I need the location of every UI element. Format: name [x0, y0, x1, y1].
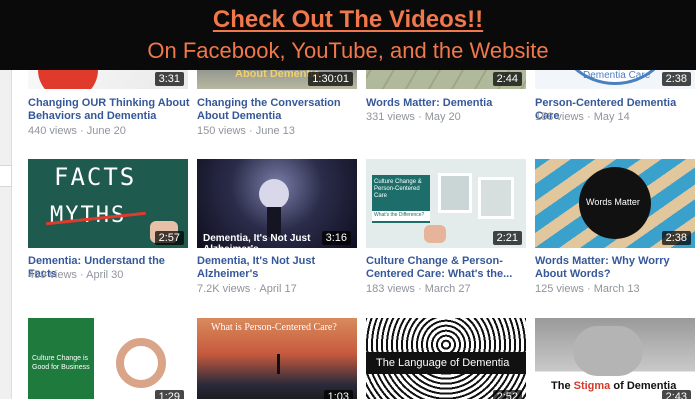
thumbnail-caption: Culture Change is Good for Business	[32, 355, 90, 371]
video-thumbnail[interactable]: Dementia, It's Not Just Alzheimer's 3:16	[197, 159, 357, 248]
meta-separator: ·	[79, 125, 84, 137]
video-thumbnail[interactable]: Culture Change is Good for Business 1:29	[28, 318, 188, 399]
video-thumbnail[interactable]: What is Person-Centered Care? 1:03	[197, 318, 357, 399]
video-date: June 20	[86, 125, 126, 137]
video-meta: 331 views · May 20	[366, 111, 461, 124]
video-thumbnail[interactable]: The Language of Dementia 2:52	[366, 318, 526, 399]
video-meta: 158 views · May 14	[535, 111, 630, 124]
video-date: April 17	[259, 283, 297, 295]
video-duration: 2:57	[154, 231, 184, 245]
video-views: 440 views	[28, 125, 77, 137]
video-title-link[interactable]: Words Matter: Why Worry About Words?	[535, 255, 695, 281]
video-duration: 2:52	[492, 390, 522, 399]
video-duration: 2:44	[492, 72, 522, 86]
video-title-link[interactable]: Culture Change & Person-Centered Care: W…	[366, 255, 528, 281]
thumbnail-caption: Words Matter	[586, 197, 640, 207]
meta-separator: ·	[248, 125, 253, 137]
video-date: June 13	[255, 125, 295, 137]
video-meta: 183 views · March 27	[366, 283, 471, 296]
video-thumbnail[interactable]: Culture Change & Person-Centered Care Wh…	[366, 159, 526, 248]
thumbnail-caption: Dementia Care	[583, 70, 651, 81]
video-thumbnail[interactable]: Words Matter 2:38	[535, 159, 695, 248]
video-title-link[interactable]: Changing OUR Thinking About Behaviors an…	[28, 97, 190, 123]
video-date: March 27	[424, 283, 471, 295]
video-duration: 2:43	[661, 390, 691, 399]
video-meta: 150 views · June 13	[197, 125, 295, 138]
video-meta: 459 views · April 30	[28, 269, 123, 282]
meta-separator: ·	[586, 283, 591, 295]
video-views: 125 views	[535, 283, 584, 295]
video-title-link[interactable]: Dementia, It's Not Just Alzheimer's	[197, 255, 317, 281]
meta-separator: ·	[417, 111, 422, 123]
video-meta: 7.2K views · April 17	[197, 283, 297, 296]
video-duration: 1:30:01	[308, 72, 353, 86]
meta-separator: ·	[417, 283, 422, 295]
thumbnail-caption-accent: Stigma	[573, 380, 611, 392]
video-date: May 20	[424, 111, 461, 123]
video-title-link[interactable]: Changing the Conversation About Dementia	[197, 97, 359, 123]
thumbnail-caption: FACTS	[54, 163, 137, 191]
video-duration: 2:38	[661, 231, 691, 245]
video-thumbnail[interactable]: FACTS MYTHS 2:57	[28, 159, 188, 248]
meta-separator: ·	[79, 269, 84, 281]
thumbnail-caption: Culture Change & Person-Centered Care	[374, 179, 422, 199]
video-duration: 1:03	[323, 390, 353, 399]
video-meta: 440 views · June 20	[28, 125, 126, 138]
sidebar-toggle-tab[interactable]	[0, 165, 12, 187]
video-date: April 30	[86, 269, 124, 281]
video-duration: 3:31	[154, 72, 184, 86]
video-meta: 125 views · March 13	[535, 283, 640, 296]
meta-separator: ·	[253, 283, 257, 295]
meta-separator: ·	[586, 111, 591, 123]
video-views: 7.2K views	[197, 283, 251, 295]
banner-subtitle: On Facebook, YouTube, and the Website	[147, 38, 549, 63]
video-views: 331 views	[366, 111, 415, 123]
video-views: 150 views	[197, 125, 246, 137]
video-title-link[interactable]: Words Matter: Dementia	[366, 97, 528, 110]
video-views: 459 views	[28, 269, 77, 281]
video-views: 183 views	[366, 283, 415, 295]
video-date: March 13	[593, 283, 640, 295]
thumbnail-caption-part: The	[551, 380, 571, 392]
video-thumbnail[interactable]: The Stigma of Dementia 2:43	[535, 318, 695, 399]
thumbnail-caption: What is Person-Centered Care?	[211, 322, 337, 333]
video-views: 158 views	[535, 111, 584, 123]
thumbnail-caption: The Stigma of Dementia	[551, 380, 676, 392]
thumbnail-caption-secondary: What's the Difference?	[374, 212, 425, 218]
video-date: May 14	[593, 111, 630, 123]
video-duration: 3:16	[321, 231, 351, 245]
video-duration: 2:21	[492, 231, 522, 245]
banner-title: Check Out The Videos!!	[212, 6, 484, 33]
thumbnail-caption: The Language of Dementia	[376, 357, 510, 369]
video-duration: 2:38	[661, 72, 691, 86]
promo-banner: Check Out The Videos!! On Facebook, YouT…	[0, 0, 696, 70]
video-duration: 1:29	[154, 390, 184, 399]
